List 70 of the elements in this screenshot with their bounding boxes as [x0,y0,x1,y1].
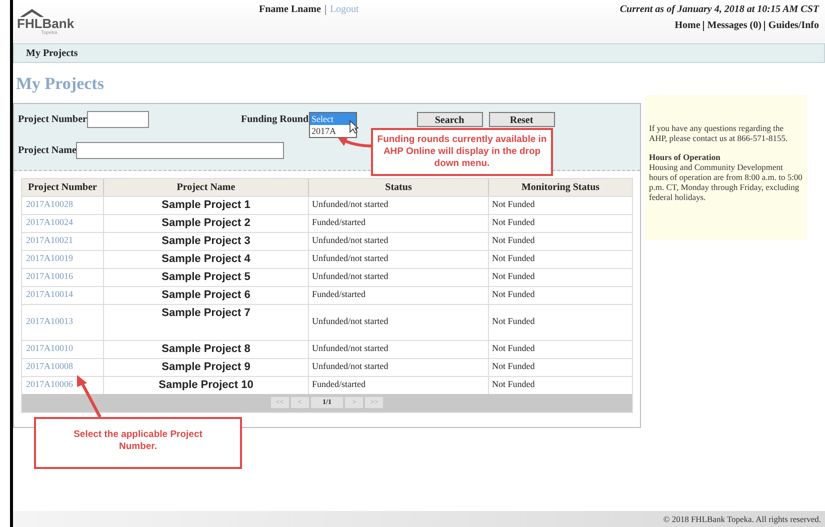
logout-link[interactable]: Logout [324,4,359,14]
table-cell-text: Sample Project 4 [162,252,250,267]
table-cell-text: Sample Project 2 [162,216,250,231]
logo-name: FHLBank [17,17,74,30]
column-header: Monitoring Status [520,180,601,194]
project-number-link[interactable]: 2017A10028 [26,198,73,212]
search-button[interactable]: Search [416,112,483,127]
contact-text: If you have any questions regarding the AHP, please contact us at 866-571-8155. [649,122,789,142]
funding-round-dropdown[interactable]: Select 2017A [308,112,357,138]
table-cell-text: Not Funded [492,378,535,392]
project-number-link[interactable]: 2017A10016 [26,270,73,284]
project-number-link[interactable]: 2017A10021 [26,234,73,248]
project-number-field[interactable] [86,111,149,128]
table-cell-text: Not Funded [492,315,535,328]
column-header: Project Number [22,178,104,196]
table-cell-text: Sample Project 10 [158,378,254,393]
table-cell-text: Not Funded [492,198,535,212]
table-cell-text: Unfunded/not started [312,198,388,212]
project-name-label: Project Name [18,144,76,158]
callout-text: Select the applicable Project Number. [72,429,204,453]
project-number-label: Project Number [18,113,87,127]
project-number-link[interactable]: 2017A10008 [26,360,73,374]
table-cell-text: Not Funded [492,342,535,356]
table-cell-text: Sample Project 7 [162,306,250,320]
copyright-text: © 2018 FHLBank Topeka. All rights reserved. [663,512,821,526]
table-cell-text: Funded/started [312,216,366,230]
table-cell-text: Unfunded/not started [312,342,388,356]
table-cell-text: Sample Project 6 [162,288,250,303]
hours-text: Housing and Community Development hours of operation are from 8:00 a.m. to 5:00 p.m. CT, Monday through Friday, excluding federal holidays. [649,162,803,202]
header-link[interactable]: Guides/Info [764,21,819,31]
cursor-icon [348,120,359,134]
project-number-link[interactable]: 2017A10010 [26,342,73,356]
table-cell-text: Unfunded/not started [312,360,388,374]
reset-button[interactable]: Reset [488,112,555,127]
table-cell-text: Not Funded [492,252,535,266]
table-cell-text: Unfunded/not started [312,315,388,328]
roof-icon [19,8,45,17]
header-link[interactable]: Home [674,21,700,31]
current-as-of: Current as of January 4, 2018 at 10:15 AM CST [620,3,819,17]
table-cell-text: Not Funded [492,288,535,302]
table-cell-text: Unfunded/not started [312,270,388,284]
table-cell-text: Unfunded/not started [312,252,388,266]
table-cell-text: Not Funded [492,234,535,248]
project-name-field[interactable] [76,142,284,158]
table-cell-text: Sample Project 3 [162,234,250,249]
project-number-link[interactable]: 2017A10006 [26,378,73,392]
project-number-link[interactable]: 2017A10024 [26,216,73,230]
column-header: Project Name [104,178,309,196]
table-cell-text: Not Funded [492,270,535,284]
table-cell-text: Sample Project 5 [162,270,250,285]
column-header: Status [309,178,489,196]
page-title: My Projects [16,73,105,95]
callout-text: Funding rounds currently available in AHP Online will display in the drop down menu. [376,134,548,170]
header-link[interactable]: Messages (0) [703,21,762,31]
table-cell-text: Sample Project 9 [162,360,250,375]
table-cell-text: Funded/started [312,288,366,302]
hours-title: Hours of Operation [649,152,722,162]
table-cell-text: Not Funded [492,216,535,230]
user-name: Fname Lname [259,3,321,17]
project-number-link[interactable]: 2017A10014 [26,288,73,302]
table-cell-text: Unfunded/not started [312,234,388,248]
project-number-link[interactable]: 2017A10013 [26,315,73,329]
dropdown-option[interactable]: Select [310,112,356,124]
funding-round-label: Funding Round [240,113,309,127]
table-cell-text: Sample Project 1 [162,198,250,213]
project-number-link[interactable]: 2017A10019 [26,252,73,266]
table-cell-text: Funded/started [312,378,366,392]
table-cell-text: Not Funded [492,360,535,374]
nav-item[interactable]: My Projects [26,46,78,60]
table-cell-text: Sample Project 8 [162,342,250,357]
